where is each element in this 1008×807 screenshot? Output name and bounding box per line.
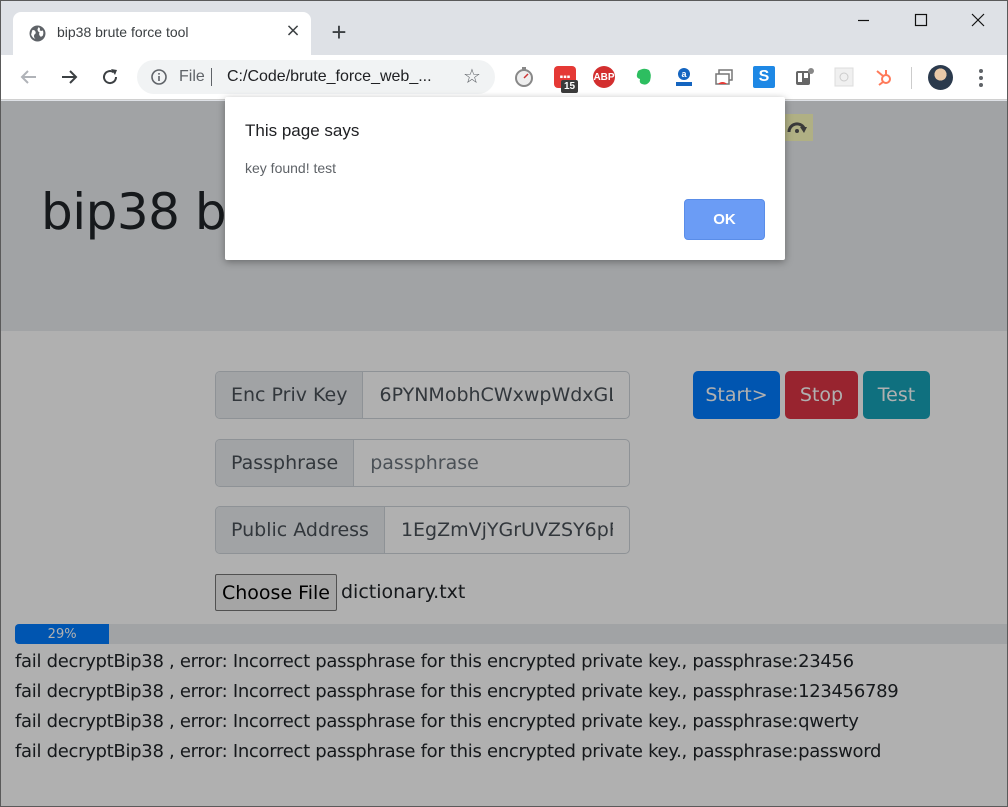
url-text[interactable]: C:/Code/brute_force_web_... [227,68,432,86]
grid-extension[interactable] [833,66,855,88]
tab-close-icon[interactable]: × [283,21,303,41]
stopwatch-icon [515,67,533,87]
hubspot-extension[interactable] [873,66,895,88]
stopwatch-extension[interactable] [513,66,535,88]
arrow-right-icon [62,70,78,84]
dialog-message: key found! test [245,160,337,176]
close-icon [971,13,985,27]
avatar[interactable] [928,65,953,90]
globe-icon [29,25,46,42]
address-bar[interactable]: File C:/Code/brute_force_web_... ☆ [137,60,495,94]
maximize-icon [914,13,928,27]
omnibox-divider [211,68,212,86]
browser-tab[interactable]: bip38 brute force tool × [13,12,311,55]
board-icon [796,68,814,85]
minimize-icon [858,19,869,22]
dialog-ok-button[interactable]: OK [684,199,765,240]
browser-toolbar: File C:/Code/brute_force_web_... ☆ ▪▪▪ 1… [1,55,1007,100]
grid-icon [834,67,854,87]
url-scheme-label: File [179,68,205,85]
more-vert-icon [979,69,983,87]
toolbar-divider [911,67,912,89]
back-button[interactable] [16,64,42,90]
browser-titlebar: bip38 brute force tool × + [1,1,1007,55]
amazon-icon: a [676,68,692,86]
chromecast-extension[interactable] [713,66,735,88]
hubspot-icon [876,70,891,86]
reload-icon [103,69,118,85]
dialog-title: This page says [245,121,360,140]
maximize-button[interactable] [900,7,940,35]
arrow-left-icon [20,70,36,84]
reload-button[interactable] [97,64,123,90]
s-extension[interactable]: S [753,66,775,88]
star-icon[interactable]: ☆ [463,66,483,86]
forward-button[interactable] [56,64,82,90]
amazon-assistant-extension[interactable]: a [673,66,695,88]
cast-icon [715,69,733,85]
window-close-button[interactable] [957,7,997,35]
adblock-icon: ABP [593,71,615,83]
trello-extension[interactable] [793,66,815,88]
tab-title: bip38 brute force tool [57,24,189,40]
alert-dialog: This page says key found! test OK [225,97,785,260]
s-icon: S [758,68,770,85]
browser-menu-button[interactable] [971,66,991,90]
adblock-plus-extension[interactable]: ABP [593,66,615,88]
elephant-icon [636,68,651,85]
minimize-button[interactable] [843,7,883,35]
info-icon[interactable] [151,69,167,85]
evernote-extension[interactable] [633,66,655,88]
new-tab-button[interactable]: + [327,19,351,45]
calendar-badge: 15 [561,80,579,93]
